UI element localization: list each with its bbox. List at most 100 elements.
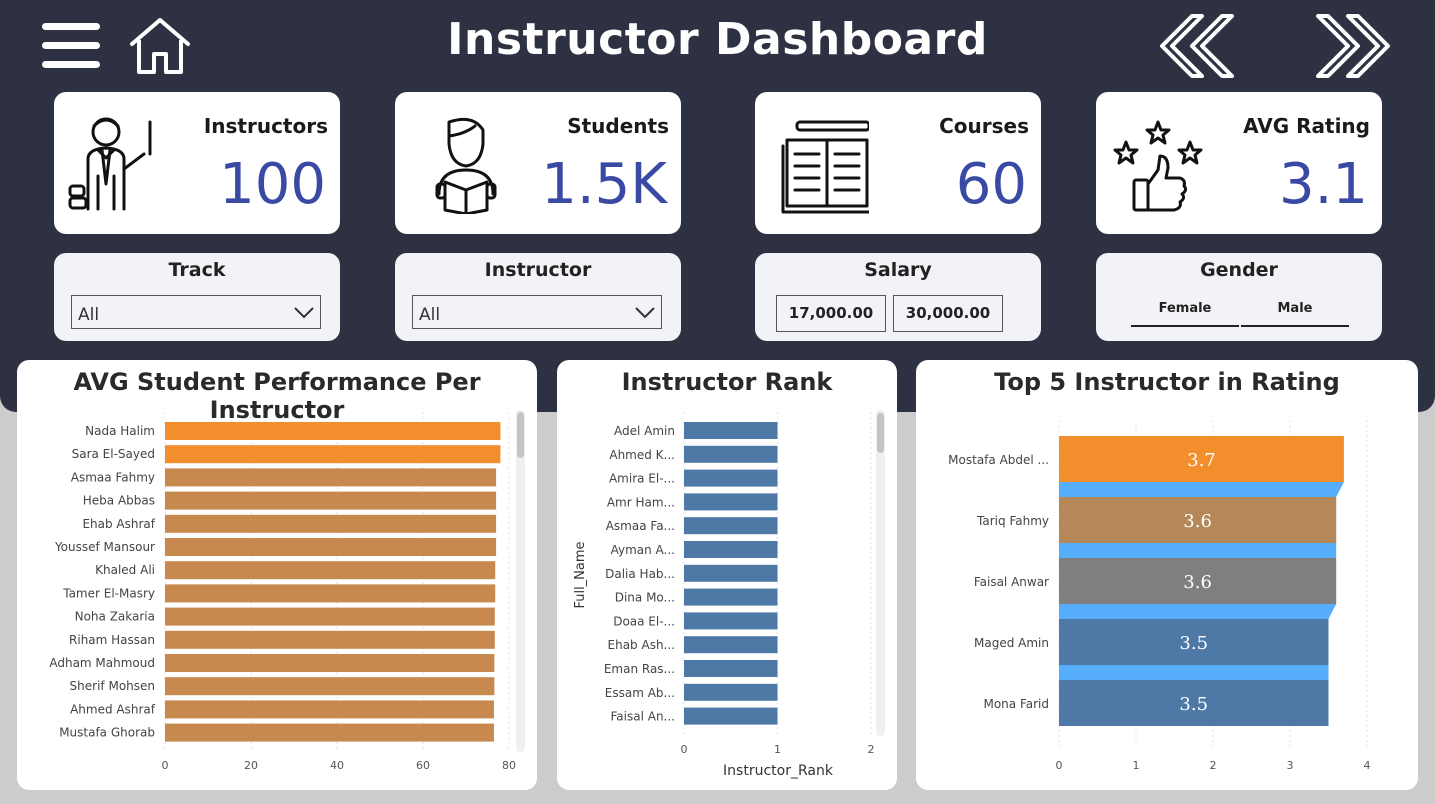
rating-thumbs-up-icon	[1113, 120, 1203, 212]
category-label: Ahmed Ashraf	[70, 702, 156, 716]
student-reading-icon	[435, 117, 497, 214]
kpi-card-avg-rating: AVG Rating 3.1	[1096, 92, 1382, 234]
x-tick-label: 4	[1364, 759, 1371, 772]
x-tick-label: 2	[868, 743, 875, 756]
bar	[684, 469, 778, 487]
data-label: 3.5	[1179, 633, 1208, 654]
bar	[165, 723, 494, 742]
category-label: Adel Amin	[614, 424, 675, 438]
back-icon[interactable]	[1152, 12, 1236, 80]
category-label: Heba Abbas	[83, 494, 155, 508]
category-label: Noha Zakaria	[75, 610, 155, 624]
bar	[684, 612, 778, 630]
kpi-label: Courses	[939, 114, 1029, 138]
bar	[684, 707, 778, 725]
category-label: Nada Halim	[85, 424, 155, 438]
data-label: 3.6	[1183, 511, 1212, 532]
chart-title: Instructor Rank	[621, 368, 833, 396]
rank-chart: 0 1 2 Adel Amin Ahmed K... Amira El-... Amr Ha…	[573, 410, 885, 779]
ribbon	[1059, 604, 1337, 619]
category-label: Tamer El-Masry	[62, 586, 155, 600]
ribbon	[1059, 543, 1337, 558]
slicer-title: Instructor	[484, 259, 592, 281]
kpi-card-courses: Courses 60	[755, 92, 1041, 234]
dropdown-value: All	[78, 305, 100, 325]
bar	[165, 700, 494, 719]
gender-option-male[interactable]: Male	[1241, 301, 1349, 316]
forward-icon[interactable]	[1314, 12, 1398, 80]
category-label: Faisal An...	[611, 710, 676, 724]
category-label: Maged Amin	[974, 636, 1049, 650]
x-axis-title: Instructor_Rank	[723, 763, 834, 779]
category-label: Amira El-...	[609, 472, 675, 486]
category-label: Dalia Hab...	[605, 567, 675, 581]
bar	[684, 683, 778, 701]
bar	[165, 422, 501, 440]
category-label: Ehab Ashraf	[82, 517, 155, 531]
bar	[684, 564, 778, 582]
scrollbar-track	[876, 410, 885, 736]
x-tick-label: 2	[1210, 759, 1217, 772]
bar	[684, 517, 778, 535]
bar	[684, 541, 778, 558]
category-label: Youssef Mansour	[54, 540, 155, 554]
category-label: Khaled Ali	[95, 563, 155, 577]
instructor-dropdown[interactable]: All	[412, 295, 662, 329]
x-tick-label: 0	[681, 743, 688, 756]
bar	[165, 514, 497, 533]
bar	[165, 561, 496, 580]
gender-female-underline	[1131, 325, 1239, 327]
bar	[684, 588, 778, 606]
bar	[165, 468, 497, 487]
kpi-card-students: Students 1.5K	[395, 92, 681, 234]
chart-title: AVG Student Performance Per Instructor	[73, 368, 481, 424]
salary-min-input[interactable]: 17,000.00	[776, 295, 886, 332]
category-label: Mona Farid	[983, 697, 1049, 711]
bar	[165, 630, 495, 649]
category-label: Doaa El-...	[613, 614, 675, 628]
ribbon	[1059, 482, 1344, 497]
scrollbar-track	[516, 410, 525, 752]
gender-slicer: Gender Female Male	[1096, 253, 1382, 341]
chevron-down-icon	[635, 307, 655, 319]
category-label: Essam Ab...	[605, 686, 675, 700]
performance-chart: 0 20 40 60 80 Nada Halim Sara El-Sayed Asmaa Fa…	[49, 410, 525, 772]
slicer-title: Track	[168, 259, 226, 281]
kpi-card-instructors: Instructors 100	[54, 92, 340, 234]
x-tick-label: 1	[1133, 759, 1140, 772]
bar	[684, 422, 778, 439]
bar	[165, 584, 496, 603]
slicer-title: Salary	[864, 259, 932, 281]
category-label: Amr Ham...	[607, 495, 675, 509]
kpi-value: 100	[219, 152, 326, 217]
kpi-value: 3.1	[1278, 152, 1368, 217]
x-tick-label: 0	[162, 759, 169, 772]
track-dropdown[interactable]: All	[71, 295, 321, 329]
category-label: Mustafa Ghorab	[59, 726, 155, 740]
teacher-icon	[68, 117, 152, 211]
category-label: Faisal Anwar	[974, 575, 1049, 589]
data-label: 3.6	[1183, 572, 1212, 593]
bar	[165, 538, 497, 556]
scrollbar-thumb	[877, 413, 884, 453]
x-tick-label: 60	[416, 759, 430, 772]
category-label: Adham Mahmoud	[49, 656, 155, 670]
category-label: Dina Mo...	[615, 591, 675, 605]
kpi-label: Instructors	[203, 114, 328, 138]
x-tick-label: 1	[774, 743, 781, 756]
bar	[165, 491, 497, 510]
bar	[684, 493, 778, 511]
bar	[684, 445, 778, 463]
x-tick-label: 20	[244, 759, 258, 772]
y-axis-title: Full_Name	[573, 541, 588, 608]
bar	[165, 677, 495, 696]
slicer-title: Gender	[1200, 259, 1278, 281]
ribbon	[1059, 665, 1329, 680]
chart-panel-top5: 0 1 2 3 4 Mostafa Abdel ... 3.7 Tariq Fahmy 3.6 F…	[916, 360, 1418, 790]
instructor-slicer: Instructor All	[395, 253, 681, 341]
category-label: Asmaa Fa...	[606, 519, 675, 533]
kpi-label: Students	[567, 114, 669, 138]
bar	[165, 654, 495, 672]
salary-max-input[interactable]: 30,000.00	[893, 295, 1003, 332]
gender-option-female[interactable]: Female	[1131, 301, 1239, 316]
